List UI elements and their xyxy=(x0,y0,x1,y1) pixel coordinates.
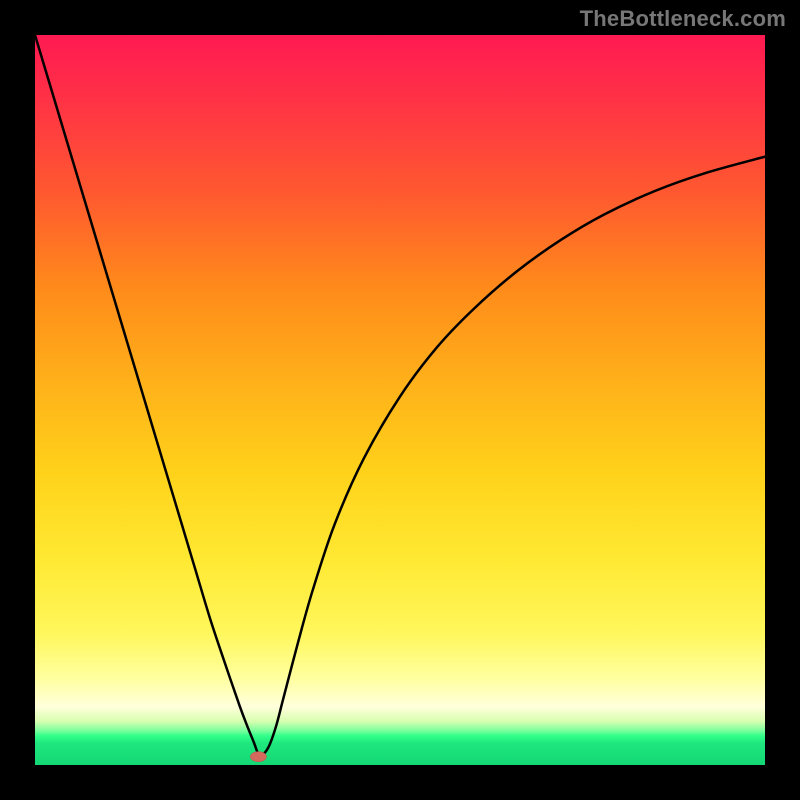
minimum-marker xyxy=(250,752,266,762)
curve-layer xyxy=(35,35,765,765)
plot-area xyxy=(35,35,765,765)
bottleneck-curve xyxy=(35,35,765,756)
chart-frame: TheBottleneck.com xyxy=(0,0,800,800)
watermark-text: TheBottleneck.com xyxy=(580,6,786,32)
